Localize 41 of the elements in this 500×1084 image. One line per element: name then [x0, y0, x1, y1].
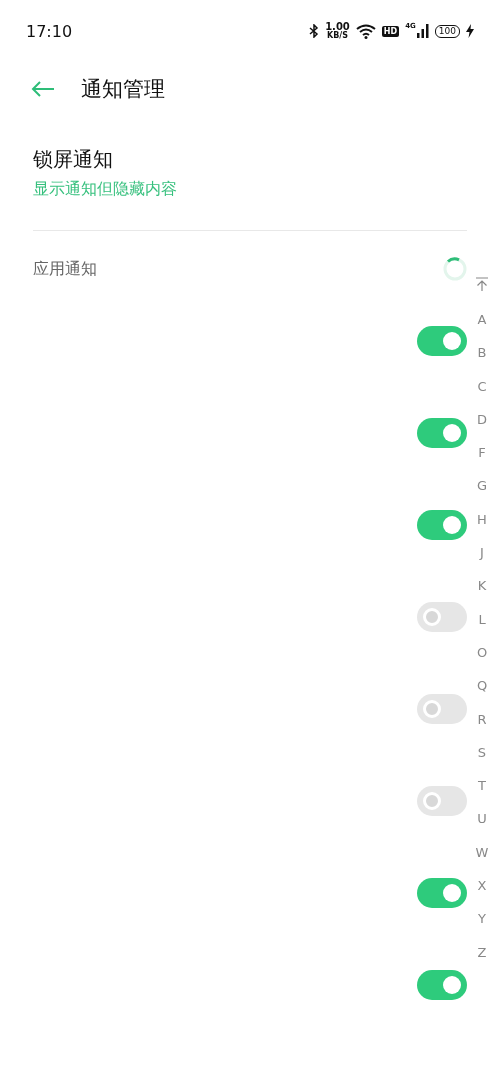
battery-level: 100 — [434, 24, 460, 38]
scroll-to-top-icon[interactable] — [476, 277, 488, 291]
index-letter[interactable]: F — [478, 436, 486, 470]
toggle-switch[interactable] — [417, 878, 467, 908]
status-time: 17:10 — [26, 21, 73, 41]
toggle-switch[interactable] — [417, 602, 467, 632]
index-letter[interactable]: G — [476, 469, 488, 503]
toggle-switch[interactable] — [417, 694, 467, 724]
lock-screen-setting[interactable]: 锁屏通知 显示通知但隐藏内容 — [0, 104, 500, 200]
page-title: 通知管理 — [81, 76, 165, 103]
signal-icon — [416, 24, 429, 38]
index-letter[interactable]: W — [475, 835, 489, 870]
index-letter[interactable]: H — [477, 502, 487, 537]
index-letter[interactable]: C — [477, 369, 487, 403]
hd-badge: HD — [381, 25, 400, 37]
index-letter[interactable]: A — [477, 303, 487, 337]
bluetooth-icon — [309, 24, 320, 38]
index-letter[interactable]: O — [476, 635, 488, 670]
toggle-switch[interactable] — [417, 418, 467, 448]
index-letter[interactable]: T — [478, 769, 486, 803]
index-letter[interactable]: Q — [476, 669, 488, 703]
wifi-icon — [355, 23, 376, 39]
index-letter[interactable]: B — [477, 336, 487, 370]
index-letter[interactable]: J — [480, 536, 484, 570]
index-letter[interactable]: Z — [477, 935, 487, 969]
index-letter[interactable]: R — [477, 702, 487, 736]
toggle-switch[interactable] — [417, 510, 467, 540]
index-letter[interactable]: D — [477, 402, 487, 437]
index-letter[interactable]: K — [477, 569, 487, 603]
speed-unit: KB/S — [327, 32, 348, 40]
toggle-switch[interactable] — [417, 326, 467, 356]
index-letter[interactable]: S — [477, 735, 487, 770]
back-arrow-icon[interactable] — [31, 80, 55, 98]
index-letter[interactable]: L — [478, 602, 486, 636]
speed-value: 1.00 — [325, 22, 350, 32]
toggle-switch[interactable] — [417, 786, 467, 816]
index-letter[interactable]: X — [477, 869, 487, 903]
index-letter[interactable]: Y — [478, 902, 486, 936]
section-label: 应用通知 — [33, 258, 97, 280]
index-letter[interactable]: U — [477, 802, 487, 836]
toggle-switch[interactable] — [417, 970, 467, 1000]
